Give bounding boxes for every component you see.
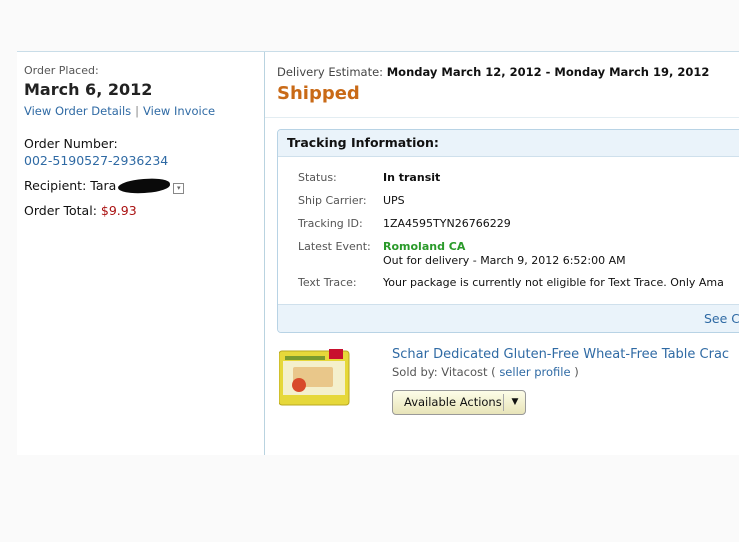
- tracking-status-value: In transit: [383, 171, 441, 184]
- product-thumbnail[interactable]: [279, 345, 351, 407]
- text-trace-value: Your package is currently not eligible f…: [383, 276, 724, 289]
- tracking-footer: See C: [278, 304, 739, 332]
- tracking-carrier-value: UPS: [383, 194, 405, 207]
- tracking-id-value: 1ZA4595TYN26766229: [383, 217, 511, 230]
- order-total: Order Total: $9.93: [24, 203, 137, 218]
- recipient-label: Recipient: Tara: [24, 178, 117, 193]
- tracking-header: Tracking Information:: [278, 130, 739, 157]
- tracking-status-label: Status:: [298, 171, 337, 184]
- tracking-id-label: Tracking ID:: [298, 217, 363, 230]
- sold-by-label: Sold by: Vitacost (: [392, 365, 496, 379]
- available-actions-button[interactable]: Available Actions ▼: [392, 390, 526, 415]
- order-summary-panel: Order Placed: March 6, 2012 View Order D…: [17, 52, 265, 455]
- link-separator: |: [135, 104, 140, 118]
- divider: [265, 117, 739, 118]
- product-title-link[interactable]: Schar Dedicated Gluten-Free Wheat-Free T…: [392, 347, 729, 362]
- recipient-dropdown-icon[interactable]: ▾: [173, 183, 185, 194]
- order-total-label: Order Total:: [24, 203, 97, 218]
- chevron-down-icon[interactable]: ▼: [506, 391, 524, 414]
- see-link[interactable]: See C: [704, 311, 739, 326]
- sold-by: Sold by: Vitacost ( seller profile ): [392, 365, 579, 379]
- button-divider: [503, 394, 504, 411]
- delivery-estimate: Delivery Estimate: Monday March 12, 2012…: [277, 65, 709, 79]
- tracking-box: Tracking Information: Status: In transit…: [277, 129, 739, 333]
- order-card: Order Placed: March 6, 2012 View Order D…: [17, 51, 739, 455]
- delivery-estimate-value: Monday March 12, 2012 - Monday March 19,…: [386, 65, 710, 79]
- sold-by-close: ): [574, 365, 579, 379]
- latest-event-location: Romoland CA: [383, 240, 466, 253]
- redaction-mark: [117, 177, 171, 195]
- text-trace-label: Text Trace:: [298, 276, 357, 289]
- latest-event-detail: Out for delivery - March 9, 2012 6:52:00…: [383, 254, 626, 267]
- seller-profile-link[interactable]: seller profile: [499, 365, 570, 379]
- view-order-details-link[interactable]: View Order Details: [24, 104, 131, 118]
- view-invoice-link[interactable]: View Invoice: [143, 104, 215, 118]
- delivery-estimate-label: Delivery Estimate:: [277, 65, 384, 79]
- shipment-panel: Delivery Estimate: Monday March 12, 2012…: [265, 52, 739, 455]
- order-links: View Order Details | View Invoice: [24, 104, 215, 118]
- latest-event-label: Latest Event:: [298, 240, 371, 253]
- tracking-carrier-label: Ship Carrier:: [298, 194, 367, 207]
- shipment-status: Shipped: [277, 83, 360, 104]
- order-number-link[interactable]: 002-5190527-2936234: [24, 153, 168, 168]
- recipient: Recipient: Tara ▾: [24, 177, 185, 195]
- order-number-label: Order Number:: [24, 136, 118, 151]
- order-placed-label: Order Placed:: [24, 64, 99, 77]
- order-date: March 6, 2012: [24, 80, 153, 99]
- available-actions-label: Available Actions: [404, 395, 502, 409]
- order-total-value: $9.93: [100, 203, 137, 218]
